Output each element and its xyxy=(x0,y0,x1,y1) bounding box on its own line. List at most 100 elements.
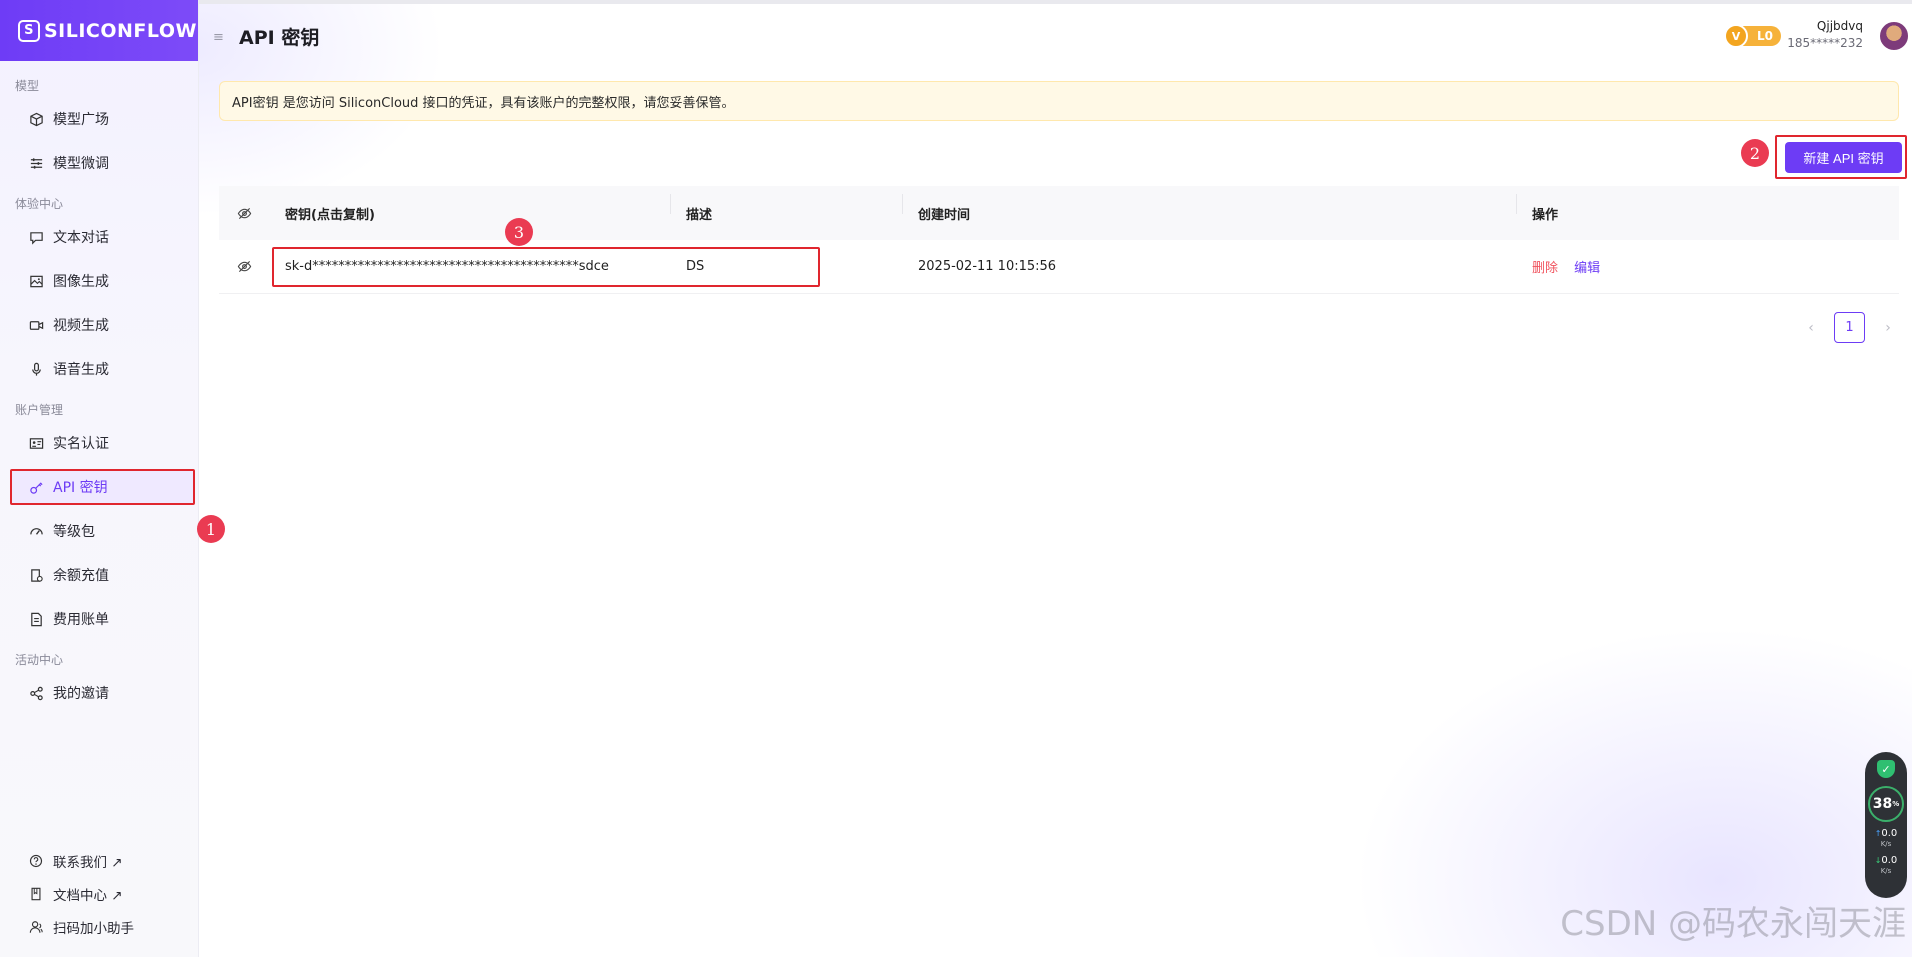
table-header: 密钥(点击复制) 描述 创建时间 操作 xyxy=(219,186,1899,240)
avatar[interactable] xyxy=(1878,20,1910,52)
section-title-experience: 体验中心 xyxy=(15,197,64,211)
sidebar-item-label: 语音生成 xyxy=(53,362,109,378)
link-label: 联系我们 ↗ xyxy=(53,854,123,871)
level-label: L0 xyxy=(1757,29,1773,43)
sidebar-bottom-links: 联系我们 ↗ 文档中心 ↗ 扫码加小助手 xyxy=(0,844,198,943)
prev-page-button[interactable]: ‹ xyxy=(1802,320,1820,336)
usage-percent: 38 xyxy=(1872,796,1893,812)
id-card-icon xyxy=(28,435,44,451)
download-speed: ↓0.0 K/s xyxy=(1875,856,1898,876)
watermark: CSDN @码农永闯天涯 xyxy=(1560,904,1906,944)
new-api-key-button[interactable]: 新建 API 密钥 xyxy=(1785,142,1902,173)
section-title-account: 账户管理 xyxy=(15,403,64,417)
key-icon xyxy=(28,479,44,495)
sidebar-item-verification[interactable]: 实名认证 xyxy=(0,421,198,465)
sidebar-item-image-gen[interactable]: 图像生成 xyxy=(0,259,198,303)
sidebar-item-video-gen[interactable]: 视频生成 xyxy=(0,303,198,347)
section-title-activity: 活动中心 xyxy=(15,653,64,667)
brand-name: SILICONFLOW xyxy=(44,19,197,42)
api-key-table: 密钥(点击复制) 描述 创建时间 操作 sk-d****************… xyxy=(219,186,1899,294)
sliders-icon xyxy=(28,155,44,171)
doc-icon xyxy=(28,886,44,902)
row-eye-icon[interactable] xyxy=(219,259,270,274)
sidebar-item-model-square[interactable]: 模型广场 xyxy=(0,97,198,141)
download-value: 0.0 xyxy=(1881,855,1898,866)
api-key-actions: 删除 编辑 xyxy=(1516,257,1899,276)
next-page-button[interactable]: › xyxy=(1879,320,1897,336)
delete-key-link[interactable]: 删除 xyxy=(1532,261,1558,276)
upload-value: 0.0 xyxy=(1881,828,1898,839)
sidebar-item-label: 视频生成 xyxy=(53,318,109,334)
network-speed-widget[interactable]: ✓ 38% ↑0.0 K/s ↓0.0 K/s xyxy=(1865,752,1907,898)
download-unit: K/s xyxy=(1880,867,1892,875)
upload-unit: K/s xyxy=(1880,840,1892,848)
link-assistant[interactable]: 扫码加小助手 xyxy=(0,910,198,943)
sidebar-item-fine-tune[interactable]: 模型微调 xyxy=(0,141,198,185)
api-key-value[interactable]: sk-d************************************… xyxy=(270,259,670,274)
logo-icon: S xyxy=(18,19,40,42)
annotation-marker-3: 3 xyxy=(505,218,533,246)
sidebar-item-label: 余额充值 xyxy=(53,568,109,584)
sidebar-item-billing[interactable]: 费用账单 xyxy=(0,597,198,641)
page-title: API 密钥 xyxy=(239,27,320,49)
page-number-current[interactable]: 1 xyxy=(1834,312,1865,343)
user-phone: 185*****232 xyxy=(1787,36,1863,50)
vip-icon: V xyxy=(1724,24,1748,48)
api-key-description: DS xyxy=(686,259,705,274)
link-label: 文档中心 ↗ xyxy=(53,887,123,904)
column-header-actions: 操作 xyxy=(1516,193,1899,223)
sidebar-item-level-pack[interactable]: 等级包 xyxy=(0,509,198,553)
sidebar-item-label: API 密钥 xyxy=(53,480,108,496)
sidebar-item-text-chat[interactable]: 文本对话 xyxy=(0,215,198,259)
gauge-icon xyxy=(28,523,44,539)
mic-icon xyxy=(28,361,44,377)
sidebar-item-label: 费用账单 xyxy=(53,612,109,628)
api-key-created: 2025-02-11 10:15:56 xyxy=(918,259,1057,274)
user-name: Qjjbdvq xyxy=(1816,19,1863,33)
annotation-marker-2: 2 xyxy=(1741,139,1769,167)
shield-check-icon: ✓ xyxy=(1877,760,1895,778)
notice-text: API密钥 是您访问 SiliconCloud 接口的凭证，具有该账户的完整权限… xyxy=(232,95,735,111)
sidebar-item-invitations[interactable]: 我的邀请 xyxy=(0,671,198,715)
column-header-description: 描述 xyxy=(670,193,902,223)
image-icon xyxy=(28,273,44,289)
level-badge[interactable]: V L0 xyxy=(1724,24,1781,48)
sidebar: S SILICONFLOW 模型 模型广场 模型微调 体验中心 文本对话 图像生… xyxy=(0,0,199,957)
user-icon xyxy=(28,919,44,935)
sidebar-item-label: 等级包 xyxy=(53,524,95,540)
sidebar-item-label: 我的邀请 xyxy=(53,686,109,702)
sidebar-item-label: 实名认证 xyxy=(53,436,109,452)
pagination: ‹ 1 › xyxy=(1802,312,1897,343)
edit-key-link[interactable]: 编辑 xyxy=(1574,261,1600,276)
section-title-models: 模型 xyxy=(15,79,40,93)
sidebar-item-api-keys[interactable]: API 密钥 xyxy=(0,465,198,509)
sidebar-item-label: 图像生成 xyxy=(53,274,109,290)
share-icon xyxy=(28,685,44,701)
collapse-menu-icon[interactable]: ≡ xyxy=(213,30,224,45)
help-icon xyxy=(28,853,44,869)
chat-icon xyxy=(28,229,44,245)
upload-speed: ↑0.0 K/s xyxy=(1875,829,1898,849)
toggle-visibility-icon[interactable] xyxy=(219,206,270,221)
top-header: ≡ API 密钥 V L0 Qjjbdvq 185*****232 xyxy=(199,0,1912,64)
link-contact-us[interactable]: 联系我们 ↗ xyxy=(0,844,198,877)
annotation-marker-1: 1 xyxy=(197,515,225,543)
sidebar-item-recharge[interactable]: 余额充值 xyxy=(0,553,198,597)
background-glow xyxy=(0,0,1912,957)
usage-gauge: 38% xyxy=(1868,786,1904,822)
column-header-created: 创建时间 xyxy=(902,193,1516,223)
link-docs[interactable]: 文档中心 ↗ xyxy=(0,877,198,910)
brand-logo[interactable]: S SILICONFLOW xyxy=(0,0,198,61)
usage-unit: % xyxy=(1892,800,1900,808)
sidebar-item-label: 文本对话 xyxy=(53,230,109,246)
video-icon xyxy=(28,317,44,333)
cube-icon xyxy=(28,111,44,127)
bill-icon xyxy=(28,611,44,627)
new-key-highlight: 新建 API 密钥 xyxy=(1775,135,1907,179)
sidebar-item-voice-gen[interactable]: 语音生成 xyxy=(0,347,198,391)
column-header-key: 密钥(点击复制) xyxy=(285,207,375,223)
api-key-notice: API密钥 是您访问 SiliconCloud 接口的凭证，具有该账户的完整权限… xyxy=(219,81,1899,121)
link-label: 扫码加小助手 xyxy=(53,920,134,937)
sidebar-item-label: 模型微调 xyxy=(53,156,109,172)
sidebar-item-label: 模型广场 xyxy=(53,112,109,128)
